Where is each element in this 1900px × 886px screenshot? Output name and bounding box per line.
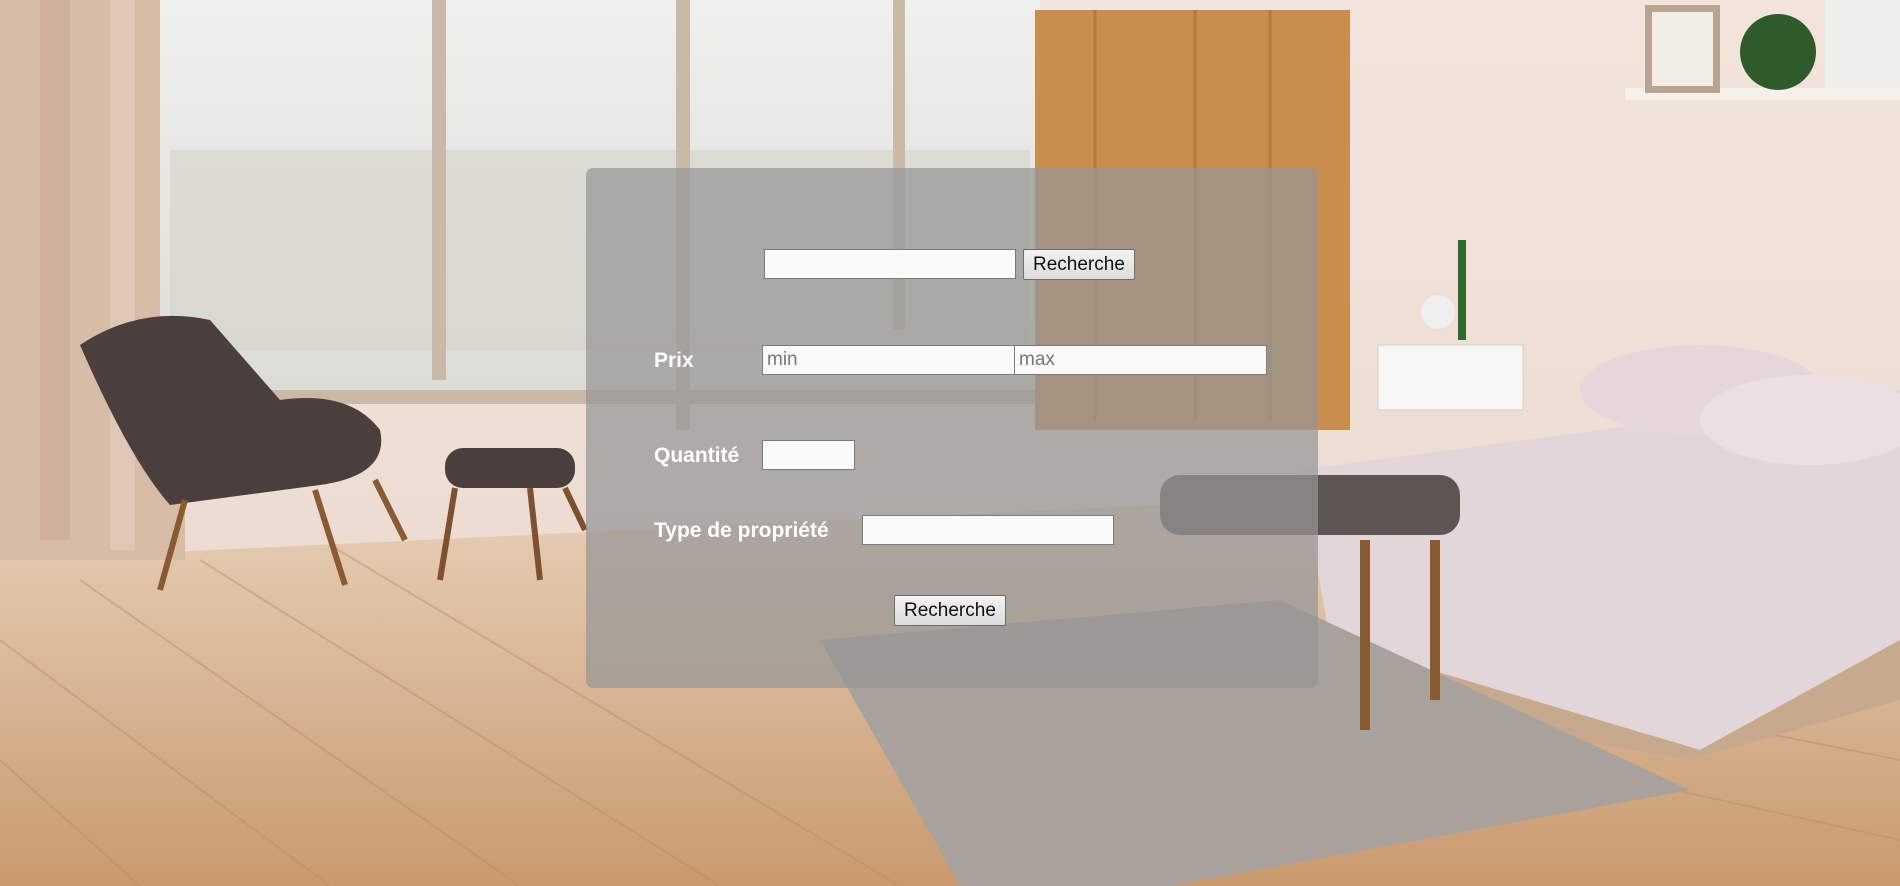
price-max-input[interactable] <box>1014 345 1267 375</box>
price-label: Prix <box>654 349 694 372</box>
price-min-input[interactable] <box>762 345 1015 375</box>
search-panel: Recherche Prix Quantité Type de propriét… <box>586 168 1318 688</box>
quantity-input[interactable] <box>762 440 855 470</box>
search-input[interactable] <box>764 249 1016 279</box>
property-type-input[interactable] <box>862 515 1114 545</box>
quantity-label: Quantité <box>654 444 740 467</box>
property-type-label: Type de propriété <box>654 519 829 542</box>
search-button[interactable]: Recherche <box>1023 249 1135 280</box>
submit-search-button[interactable]: Recherche <box>894 595 1006 626</box>
